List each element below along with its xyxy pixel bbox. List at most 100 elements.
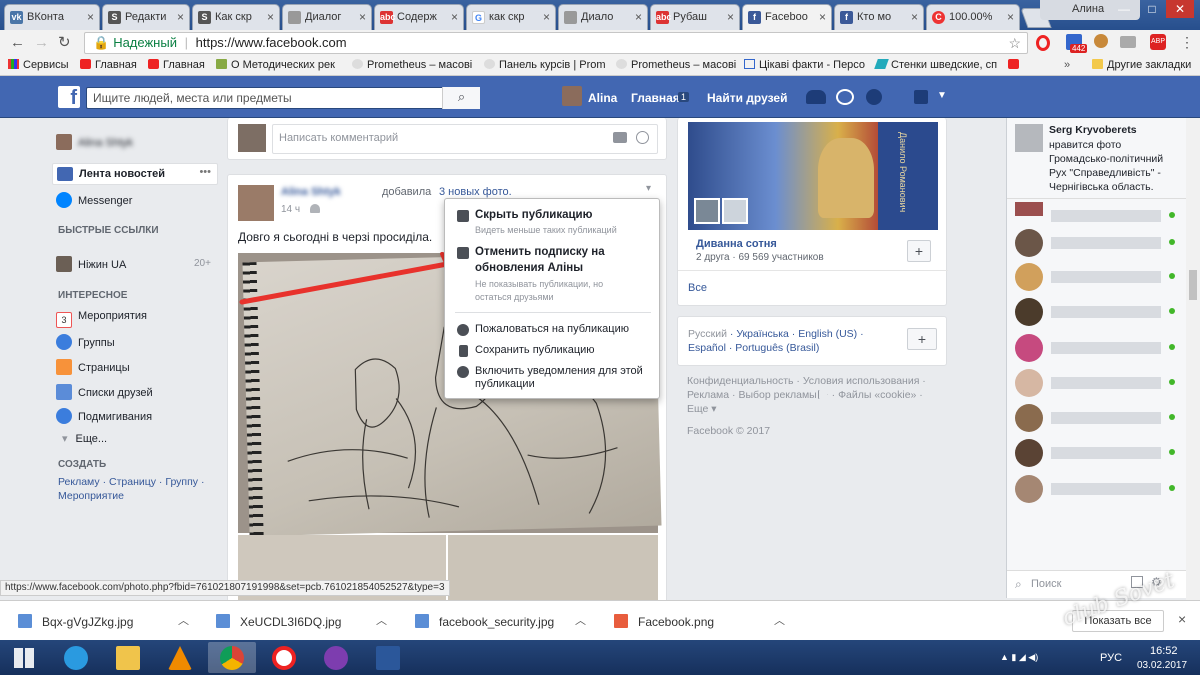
chevron-up-icon[interactable]: ︿ <box>774 612 785 628</box>
tray-icons[interactable]: ▲ ▮ ◢ ◀) <box>1000 652 1038 663</box>
close-window-icon[interactable]: ✕ <box>1166 0 1194 18</box>
bookmark[interactable]: Стенки шведские, сп <box>874 59 997 71</box>
bookmark[interactable]: О Методических рек <box>216 59 335 71</box>
chat-contact[interactable] <box>1015 439 1175 467</box>
adblock-icon[interactable]: ABP <box>1150 34 1166 50</box>
sidebar-item-pokes[interactable]: Подмигивания <box>56 408 152 424</box>
language-link[interactable]: English (US) <box>798 328 857 340</box>
friend-requests-icon[interactable] <box>806 90 826 104</box>
emoji-icon[interactable] <box>636 131 649 144</box>
sidebar-item-news-feed[interactable]: Лента новостей ••• <box>52 163 218 185</box>
more-options-icon[interactable]: ••• <box>199 166 211 178</box>
close-icon[interactable]: × <box>177 5 184 29</box>
scrollbar-thumb[interactable] <box>1189 270 1197 300</box>
close-icon[interactable]: × <box>87 5 94 29</box>
download-item[interactable]: XeUCDL3I6DQ.jpg ︿ <box>216 614 387 629</box>
close-icon[interactable]: × <box>451 5 458 29</box>
create-group-link[interactable]: Группу <box>165 476 198 488</box>
address-bar[interactable]: 🔒 Надежный | https://www.facebook.com ☆ <box>84 32 1028 54</box>
messenger-icon[interactable] <box>836 89 854 105</box>
close-icon[interactable]: × <box>819 5 826 29</box>
taskbar-app[interactable] <box>52 642 100 673</box>
globe-icon[interactable] <box>866 89 882 105</box>
minimize-icon[interactable]: — <box>1110 0 1138 18</box>
browser-tab[interactable]: Gкак скр × <box>466 4 556 30</box>
bookmark[interactable]: Prometheus – масові <box>616 59 736 71</box>
back-icon[interactable]: ← <box>10 34 25 51</box>
close-icon[interactable]: × <box>359 5 366 29</box>
download-item[interactable]: facebook_security.jpg ︿ <box>415 614 586 629</box>
taskbar-app-active[interactable] <box>208 642 256 673</box>
bookmark[interactable]: Главная <box>80 59 137 71</box>
browser-tab[interactable]: S Редакти × <box>102 4 190 30</box>
sidebar-item-profile[interactable]: Alina Shtyk <box>56 134 133 150</box>
create-event-link[interactable]: Мероприятие <box>58 490 124 502</box>
taskbar-app[interactable] <box>260 642 308 673</box>
footer-line[interactable]: Конфиденциальность · Условия использован… <box>687 374 937 388</box>
browser-tab[interactable]: abc Рубаш × <box>650 4 740 30</box>
browser-tab[interactable]: vk ВКонта × <box>4 4 100 30</box>
language-link[interactable]: Українська <box>736 328 789 340</box>
search-input[interactable]: Ищите людей, места или предметы <box>86 87 480 109</box>
browser-tab[interactable]: C 100.00% × <box>926 4 1020 30</box>
page-scrollbar[interactable] <box>1186 118 1200 600</box>
author-name[interactable]: Alina Shtyk <box>281 186 341 198</box>
close-icon[interactable]: × <box>543 5 550 29</box>
author-avatar[interactable] <box>238 185 274 221</box>
input-language[interactable]: РУС <box>1100 652 1122 664</box>
footer-more[interactable]: Еще ▾ <box>687 402 937 416</box>
profile-link[interactable]: Alina <box>588 91 617 105</box>
post-time[interactable]: 14 ч <box>281 204 300 215</box>
footer-line[interactable]: Реклама · Выбор рекламы <box>687 389 817 401</box>
close-icon[interactable]: × <box>1007 5 1014 29</box>
menu-item-save[interactable]: Сохранить публикацию <box>475 344 595 356</box>
ticker-text[interactable]: нравится фото Громадсько-політичний Рух … <box>1049 138 1175 194</box>
language-link[interactable]: Português (Brasil) <box>735 342 819 354</box>
menu-icon[interactable]: ⋮ <box>1180 34 1194 51</box>
create-page-link[interactable]: Страницу <box>109 476 156 488</box>
star-icon[interactable]: ☆ <box>1008 33 1021 53</box>
chat-contact[interactable] <box>1015 369 1175 397</box>
chevron-up-icon[interactable]: ︿ <box>575 612 586 628</box>
chat-contact[interactable] <box>1015 475 1175 503</box>
bookmark[interactable]: Панель курсів | Prom <box>484 59 606 71</box>
other-bookmarks[interactable]: Другие закладки <box>1092 59 1191 71</box>
sidebar-item-events[interactable]: 3 Мероприятия <box>56 310 147 328</box>
reload-icon[interactable]: ↻ <box>58 33 71 51</box>
clock-date[interactable]: 03.02.2017 <box>1137 660 1187 671</box>
start-button[interactable] <box>0 642 48 673</box>
chevron-up-icon[interactable]: ︿ <box>178 612 189 628</box>
comment-input[interactable]: Написать комментарий <box>272 124 658 154</box>
cookie-icon[interactable] <box>1094 34 1108 48</box>
chat-extension-icon[interactable] <box>1120 36 1136 48</box>
close-icon[interactable]: × <box>635 5 642 29</box>
sidebar-item-groups[interactable]: Группы <box>56 334 115 350</box>
browser-tab[interactable]: Диалог × <box>282 4 372 30</box>
browser-tab[interactable]: f Кто мо × <box>834 4 924 30</box>
photos-link[interactable]: 3 новых фото. <box>439 186 512 198</box>
browser-tab-active[interactable]: f Faceboo × <box>742 4 832 30</box>
chat-search-input[interactable]: Поиск <box>1031 578 1061 590</box>
close-icon[interactable]: × <box>727 5 734 29</box>
join-group-button[interactable]: + <box>907 240 931 262</box>
menu-item-notifications[interactable]: Включить уведомления для этой <box>475 365 643 377</box>
taskbar-app[interactable] <box>104 642 152 673</box>
avatar[interactable] <box>562 86 582 106</box>
chat-contact[interactable] <box>1015 263 1175 291</box>
sidebar-item-shortcut[interactable]: Ніжин UA <box>56 256 126 272</box>
bookmark[interactable]: Главная <box>148 59 205 71</box>
chat-contact[interactable] <box>1015 202 1175 230</box>
camera-icon[interactable] <box>613 132 627 143</box>
sidebar-item-more[interactable]: ▾ Еще... <box>62 432 107 445</box>
sidebar-item-messenger[interactable]: Messenger <box>56 192 132 208</box>
chevron-down-icon[interactable]: ▼ <box>937 90 947 101</box>
browser-tab[interactable]: abc Содерж × <box>374 4 464 30</box>
taskbar-app[interactable] <box>156 642 204 673</box>
group-name-link[interactable]: Диванна сотня <box>696 238 777 250</box>
language-link[interactable]: Español <box>688 342 726 354</box>
close-icon[interactable]: × <box>1178 611 1186 627</box>
group-banner[interactable]: Данило Романович <box>688 122 938 230</box>
taskbar-app[interactable] <box>364 642 412 673</box>
chat-contact[interactable] <box>1015 334 1175 362</box>
menu-item-hide[interactable]: Скрыть публикацию <box>475 209 592 221</box>
